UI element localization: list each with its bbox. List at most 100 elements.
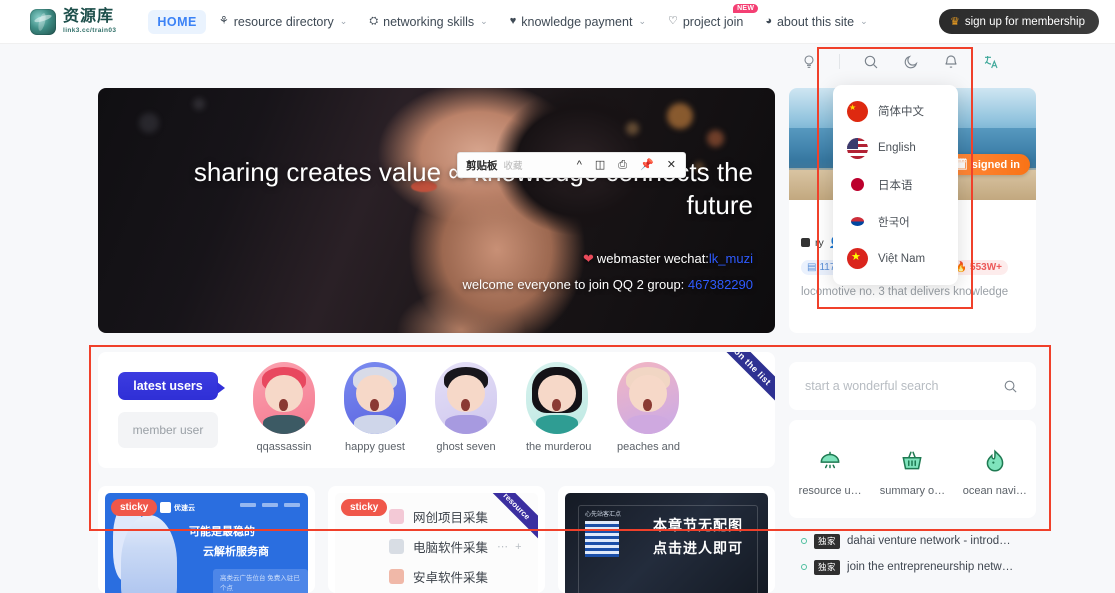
category-summary-o[interactable]: summary o… [875, 446, 949, 497]
promo-line-2: 点击进人即可 [653, 540, 743, 556]
main-nav: HOME ⚘ resource directory ⌄ ⛭ networking… [148, 3, 876, 34]
list-item[interactable]: 电脑软件采集 ⋯ + [389, 537, 524, 556]
list-item[interactable]: ghost seven [435, 362, 497, 453]
search-input[interactable] [805, 379, 1001, 393]
list-item[interactable]: 独家 dahai venture network - introd… [789, 528, 1036, 554]
pin-icon[interactable]: 📌 [640, 159, 654, 171]
article-title: dahai venture network - introd… [847, 535, 1011, 547]
nav-item-project-join[interactable]: ♡ project join NEW [659, 3, 759, 34]
category-icon [801, 238, 810, 247]
user-name: happy guest [345, 441, 405, 453]
category-resource-u[interactable]: resource u… [793, 446, 867, 497]
clipboard-overlay-toolbar[interactable]: 剪贴板 收藏 ^ ◫ ⎙ 📌 ✕ [457, 152, 686, 178]
item-trailing[interactable]: ⋯ + [497, 540, 523, 553]
close-icon[interactable]: ✕ [667, 159, 676, 171]
avatar [253, 362, 315, 434]
sign-up-membership-button[interactable]: ♛ sign up for membership [938, 9, 1099, 34]
globe-icon [30, 8, 56, 35]
nav-item-home[interactable]: HOME [148, 9, 206, 34]
resource-list-card[interactable]: 网创项目采集 电脑软件采集 ⋯ + 安卓软件采集 设计资源采集 resource… [328, 486, 545, 593]
collapse-chevron-icon[interactable]: ^ [577, 159, 582, 171]
avatar [435, 362, 497, 434]
nav-item-about-this-site[interactable]: ◕ about this site ⌄ [756, 10, 876, 34]
chevron-down-icon: ⌄ [860, 16, 868, 26]
favorites-tab[interactable]: 收藏 [504, 158, 523, 172]
nav-item-knowledge-payment[interactable]: ♥ knowledge payment ⌄ [501, 10, 655, 34]
category-label: ocean navi… [962, 484, 1027, 497]
gear-icon: ⛭ [369, 15, 379, 27]
dark-mode-moon-icon[interactable] [901, 52, 920, 71]
flag-vietnam-icon [847, 248, 868, 270]
card-title[interactable]: locomotive no. 3 that delivers knowledge [801, 284, 1025, 300]
promo-card-dark[interactable]: 心先站客汇点 本章节无配图 点击进人即可 源库 [558, 486, 775, 593]
list-item[interactable]: peaches and [617, 362, 680, 453]
views-icon: ▤ [807, 262, 817, 273]
wechat-value[interactable]: lk_muzi [709, 251, 753, 266]
nav-item-networking-skills[interactable]: ⛭ networking skills ⌄ [360, 10, 496, 34]
qq-value[interactable]: 467382290 [688, 277, 753, 292]
user-avatar-list: qqassassin happy guest ghost seven the m… [253, 362, 680, 453]
list-item[interactable]: the murderou [526, 362, 592, 453]
language-option-vietnamese[interactable]: Việt Nam [833, 245, 958, 272]
qr-code-icon [585, 521, 619, 557]
mouse-icon[interactable]: ⎙ [618, 159, 627, 171]
flag-japan-icon [847, 174, 868, 196]
sticky-badge: sticky [341, 499, 388, 516]
flag-usa-icon [847, 137, 868, 159]
bokeh-light [707, 129, 725, 147]
promo-card-cloud[interactable]: 优速云 可能是最稳的 云解析服务商 高类云广告位台 免费入驻已个点 sticky [98, 486, 315, 593]
page-root: 资源库 link3.cc/train03 HOME ⚘ resource dir… [0, 0, 1115, 593]
item-icon [389, 509, 404, 524]
nav-label: knowledge payment [521, 14, 633, 29]
divider [839, 54, 840, 69]
signed-in-label: signed in [971, 158, 1020, 171]
idea-lamp-icon[interactable] [799, 52, 818, 71]
nav-item-resource-directory[interactable]: ⚘ resource directory ⌄ [210, 10, 356, 34]
language-dropdown-menu[interactable]: 简体中文 English 日本语 한국어 Việt Nam [833, 85, 958, 285]
sidebar-search-box[interactable] [789, 362, 1036, 410]
chevron-down-icon: ⌄ [638, 16, 646, 26]
latest-users-badge[interactable]: latest users [118, 372, 225, 400]
list-item[interactable]: qqassassin [253, 362, 315, 453]
list-item[interactable]: 独家 join the entrepreneurship netw… [789, 554, 1036, 580]
hero-banner[interactable]: sharing creates value ∞ knowledge connec… [98, 88, 775, 333]
wechat-label: webmaster wechat: [596, 250, 709, 266]
language-label: 한국어 [878, 216, 910, 229]
on-the-list-ribbon: on the list [711, 352, 775, 408]
search-icon[interactable] [1001, 377, 1020, 396]
notification-bell-icon[interactable] [941, 52, 960, 71]
promo-line-2: 云解析服务商 [203, 546, 269, 558]
qq-label: welcome everyone to join QQ 2 group: [462, 276, 685, 292]
list-item[interactable]: happy guest [344, 362, 406, 453]
translate-language-icon[interactable] [981, 52, 1000, 71]
language-option-japanese[interactable]: 日本语 [833, 171, 958, 198]
clipboard-tab[interactable]: 剪贴板 [466, 158, 498, 173]
language-option-korean[interactable]: 한국어 [833, 208, 958, 235]
top-navigation-bar: 资源库 link3.cc/train03 HOME ⚘ resource dir… [0, 0, 1115, 44]
search-icon[interactable] [861, 52, 880, 71]
list-item[interactable]: 网创项目采集 [389, 507, 488, 526]
site-logo[interactable]: 资源库 link3.cc/train03 [30, 8, 116, 35]
avatar [344, 362, 406, 434]
bokeh-light [666, 102, 693, 129]
category-ocean-navi[interactable]: ocean navi… [958, 446, 1032, 497]
list-item[interactable]: 安卓软件采集 [389, 567, 488, 586]
nav-label: networking skills [383, 14, 475, 29]
language-label: Việt Nam [878, 252, 926, 265]
mushroom-lamp-icon [793, 446, 867, 476]
chevron-down-icon: ⌄ [339, 16, 348, 26]
signed-in-badge[interactable]: 🗓 signed in [945, 154, 1030, 175]
user-name: the murderou [526, 441, 592, 453]
language-option-english[interactable]: English [833, 135, 958, 162]
item-icon [389, 569, 404, 584]
item-label: 安卓软件采集 [413, 571, 489, 585]
heart-icon: ❤ [583, 250, 594, 266]
language-option-chinese[interactable]: 简体中文 [833, 98, 958, 125]
promo-line-1: 可能是最稳的 [189, 526, 255, 538]
bokeh-light [138, 112, 159, 133]
member-user-badge[interactable]: member user [118, 412, 218, 448]
promo-line-1: 本章节无配图 [653, 517, 743, 533]
avatar [526, 362, 588, 434]
nav-strip [240, 503, 300, 507]
layout-columns-icon[interactable]: ◫ [595, 159, 605, 171]
